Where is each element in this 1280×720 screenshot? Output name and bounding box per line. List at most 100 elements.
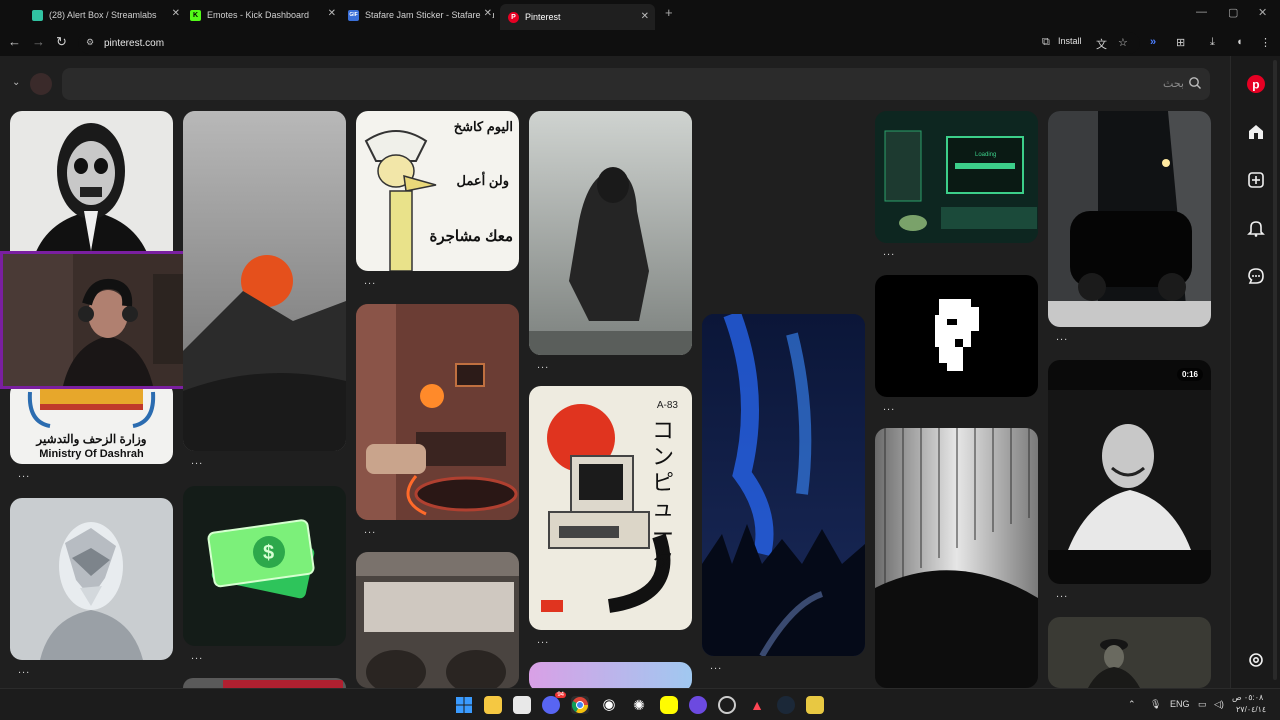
create-icon[interactable] [1244,168,1268,192]
pin-more-dots[interactable]: ... [364,275,376,287]
obs-icon[interactable]: ◉ [600,696,618,714]
pinterest-sidebar: p [1230,56,1280,688]
translate-icon[interactable]: 文 [1096,36,1107,52]
pin-skull-mask[interactable] [10,111,173,271]
minimize-icon[interactable]: — [1196,6,1207,18]
pin-red-partial[interactable] [183,678,346,688]
close-icon[interactable]: ✕ [172,8,180,19]
install-button[interactable]: Install [1058,36,1082,46]
pin-more-dots[interactable]: ... [18,468,30,480]
reload-icon[interactable]: ↻ [56,35,67,49]
pin-pixel-face[interactable] [875,275,1038,397]
svg-text:p: p [1252,78,1259,92]
discord-icon[interactable]: 94 [542,692,566,714]
loading-text: Loading [975,152,997,158]
extension-icon[interactable]: » [1150,36,1156,48]
tab-title: (28) Alert Box / Streamlabs [49,10,157,20]
omnibox[interactable]: ⚙ pinterest.com [78,32,1140,54]
volume-icon[interactable]: ◁) [1214,699,1224,710]
pin-silver-waves[interactable] [875,428,1038,688]
close-icon[interactable]: ✕ [328,8,336,19]
download-icon[interactable]: ⤓ [1210,36,1215,49]
chatgpt-icon[interactable]: ✺ [630,696,648,714]
pin-more-dots[interactable]: ... [883,246,895,258]
tab-stafare[interactable]: GIF Stafare Jam Sticker - Stafare Jam ✕ [348,4,494,26]
settings-gear-icon[interactable] [1244,648,1268,672]
tab-streamlabs[interactable]: (28) Alert Box / Streamlabs ✕ [32,4,182,26]
streamlabs-icon [32,9,43,21]
valorant-icon[interactable]: ▲ [748,696,766,714]
video-duration-badge: 0:16 [1176,368,1203,381]
pin-more-dots[interactable]: ... [1056,331,1068,343]
bookmark-star-icon[interactable]: ☆ [1118,36,1128,49]
maximize-icon[interactable]: ▢ [1228,6,1238,19]
install-icon[interactable]: ⧉ [1042,36,1050,49]
pin-interior[interactable] [356,552,519,688]
pin-officer[interactable] [1048,617,1211,688]
home-icon[interactable] [1244,120,1268,144]
close-icon[interactable]: ✕ [641,11,649,22]
pin-money-icon[interactable]: $ [183,486,346,646]
pin-desert-sun[interactable] [183,111,346,451]
app-yellow-icon[interactable] [806,696,824,714]
tray-time[interactable]: ٠٥:٠٨ ص [1232,693,1263,702]
pin-crystal-head[interactable] [10,498,173,660]
pin-more-dots[interactable]: ... [18,664,30,676]
pin-more-dots[interactable]: ... [883,401,895,413]
search-icon [1189,77,1201,89]
messages-icon[interactable] [1244,264,1268,288]
poster-code: A-83 [656,400,678,411]
pin-arabic-cartoon[interactable]: اليوم كاشخ ولن أعمل معك مشاجرة [356,111,519,271]
cartoon-text-mid: ولن أعمل [456,173,509,188]
new-tab-icon[interactable]: + [665,5,673,20]
clock-app-icon[interactable] [718,696,736,714]
pin-soldier-fog[interactable] [529,111,692,355]
pin-more-dots[interactable]: ... [1056,588,1068,600]
chrome-icon[interactable] [571,696,589,714]
tray-date[interactable]: ٢٧/٠٤/١٤ [1236,705,1266,714]
forward-icon[interactable]: → [32,35,45,49]
microphone-icon[interactable]: 🎙︎ [1150,699,1161,710]
pin-more-dots[interactable]: ... [364,524,376,536]
app-icon[interactable] [689,696,707,714]
browser-tab-bar: (28) Alert Box / Streamlabs ✕ K Emotes -… [0,0,1280,30]
pin-more-dots[interactable]: ... [710,660,722,672]
steam-icon[interactable] [777,696,795,714]
pin-laughing-man[interactable]: 0:16 [1048,360,1211,584]
store-icon[interactable] [513,696,531,714]
pin-aurora[interactable] [702,314,865,656]
file-explorer-icon[interactable] [484,696,502,714]
pin-more-dots[interactable]: ... [191,650,203,662]
cartoon-text-bottom: معك مشاجرة [429,228,513,245]
tab-pinterest[interactable]: P Pinterest ✕ [500,4,655,30]
language-indicator[interactable]: ENG [1170,699,1190,709]
pinterest-logo-icon[interactable]: p [1244,72,1268,96]
notifications-bell-icon[interactable] [1244,216,1268,240]
tray-chevron-icon[interactable]: ⌃ [1128,699,1136,710]
chevron-down-icon[interactable]: ⌄ [12,77,20,88]
snapchat-icon[interactable] [660,696,678,714]
windows-start-icon[interactable] [455,696,473,714]
pin-more-dots[interactable]: ... [191,455,203,467]
search-input[interactable]: بحث [62,68,1210,100]
extensions-puzzle-icon[interactable]: ⊞ [1176,36,1185,49]
pinterest-page: ⌄ بحث وزارة الزحف والتدشير Ministry Of D… [0,56,1280,688]
pin-more-dots[interactable]: ... [537,359,549,371]
window-close-icon[interactable]: ✕ [1258,6,1267,19]
avatar[interactable] [30,73,52,95]
site-info-icon[interactable]: ⚙ [86,37,98,49]
pin-more-dots[interactable]: ... [537,634,549,646]
pin-retro-computer[interactable]: Loading [875,111,1038,243]
network-icon[interactable]: ▭ [1198,699,1207,710]
pin-ministry-logo[interactable]: وزارة الزحف والتدشير Ministry Of Dashrah [10,382,173,464]
pin-dark-car[interactable] [1048,111,1211,327]
profile-icon[interactable]: ◖ [1236,36,1243,48]
tab-kick[interactable]: K Emotes - Kick Dashboard ✕ [190,4,338,26]
close-icon[interactable]: ✕ [481,8,492,19]
pin-cozy-room[interactable] [356,304,519,520]
pin-gradient-laptop[interactable] [529,662,692,688]
back-icon[interactable]: ← [8,35,21,49]
pin-computer-poster[interactable]: A-83 コンピュータ [529,386,692,630]
page-scrollbar[interactable] [1273,60,1277,680]
menu-icon[interactable]: ⋮ [1260,36,1271,49]
